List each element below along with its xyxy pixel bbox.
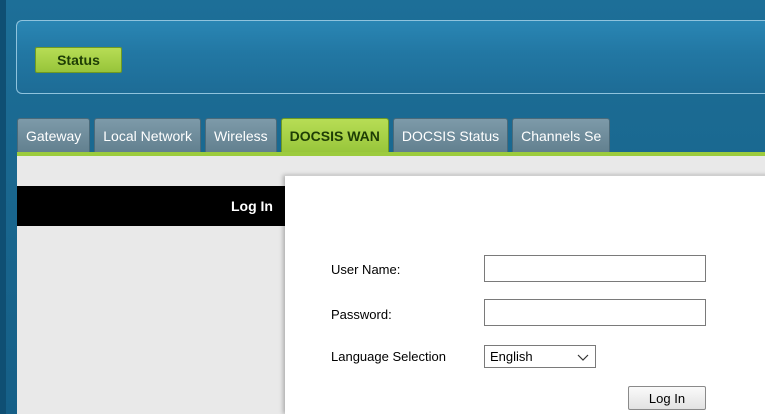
main-tabs: Gateway Local Network Wireless DOCSIS WA… xyxy=(17,118,765,152)
chevron-down-icon xyxy=(577,354,589,361)
username-field[interactable] xyxy=(484,255,706,282)
header-band xyxy=(16,20,765,94)
tab-docsis-status[interactable]: DOCSIS Status xyxy=(392,118,509,152)
tab-channels-selection[interactable]: Channels Se xyxy=(512,118,611,152)
username-label: User Name: xyxy=(331,262,401,277)
language-selected-value: English xyxy=(490,349,533,364)
tab-gateway[interactable]: Gateway xyxy=(17,118,91,152)
tab-docsis-wan[interactable]: DOCSIS WAN xyxy=(280,118,389,152)
login-button[interactable]: Log In xyxy=(628,386,706,410)
tab-wireless[interactable]: Wireless xyxy=(204,118,277,152)
left-edge xyxy=(0,0,6,414)
tab-local-network[interactable]: Local Network xyxy=(94,118,201,152)
status-button[interactable]: Status xyxy=(35,47,122,73)
password-field[interactable] xyxy=(484,299,706,326)
sidebar-title: Log In xyxy=(17,186,287,226)
login-panel xyxy=(285,175,765,414)
password-label: Password: xyxy=(331,307,392,322)
language-label: Language Selection xyxy=(331,349,446,364)
language-select[interactable]: English xyxy=(484,345,596,368)
